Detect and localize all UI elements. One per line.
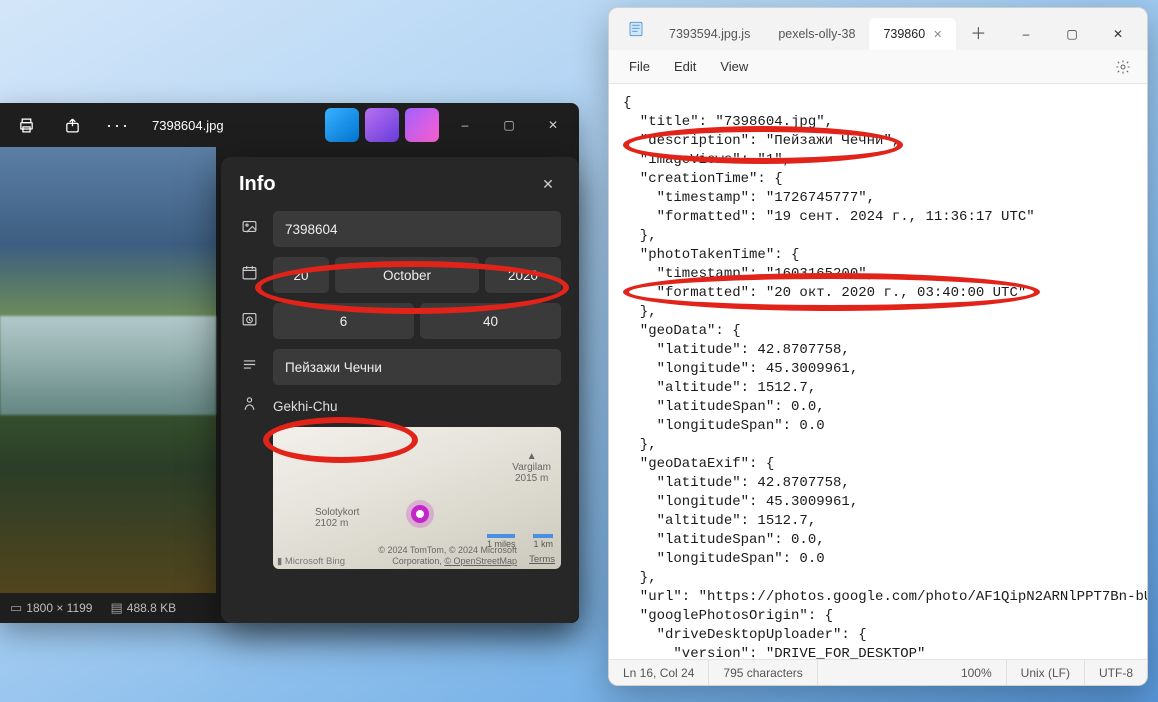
caption-field[interactable]: Пейзажи Чечни bbox=[273, 349, 561, 385]
print-icon[interactable] bbox=[4, 103, 48, 147]
app-switch-1[interactable] bbox=[325, 108, 359, 142]
map-valley-label: Solotykort 2102 m bbox=[315, 507, 359, 529]
tab-close-icon[interactable]: ✕ bbox=[933, 28, 942, 41]
app-switch-2[interactable] bbox=[365, 108, 399, 142]
date-month-field[interactable]: October bbox=[335, 257, 479, 293]
tab-739860[interactable]: 739860✕ bbox=[869, 18, 956, 50]
dimensions-icon: ▭ bbox=[10, 600, 22, 615]
app-switch-3[interactable] bbox=[405, 108, 439, 142]
notepad-app-icon bbox=[621, 14, 651, 44]
menu-file[interactable]: File bbox=[619, 55, 660, 78]
maximize-button[interactable]: ▢ bbox=[487, 109, 531, 141]
dimensions-label: ▭1800 × 1199 bbox=[10, 600, 92, 616]
np-maximize-button[interactable]: ▢ bbox=[1049, 18, 1095, 50]
photo-preview[interactable] bbox=[0, 147, 216, 593]
time-hour-field[interactable]: 6 bbox=[273, 303, 414, 339]
location-icon bbox=[239, 395, 259, 417]
new-tab-button[interactable]: ＋ bbox=[964, 18, 992, 46]
disk-icon: ▤ bbox=[110, 600, 122, 615]
notepad-titlebar: 7393594.jpg.js pexels-olly-38 739860✕ ＋ … bbox=[609, 8, 1147, 50]
notepad-menubar: File Edit View bbox=[609, 50, 1147, 84]
more-icon[interactable]: ··· bbox=[96, 103, 140, 147]
np-minimize-button[interactable]: – bbox=[1003, 18, 1049, 50]
map-terms-link[interactable]: Terms bbox=[529, 554, 555, 565]
menu-view[interactable]: View bbox=[710, 55, 758, 78]
notepad-editor[interactable]: { "title": "7398604.jpg", "description":… bbox=[609, 84, 1147, 659]
map-provider: ▮ Microsoft Bing bbox=[277, 556, 345, 567]
notepad-window: 7393594.jpg.js pexels-olly-38 739860✕ ＋ … bbox=[608, 7, 1148, 686]
editor-content: { "title": "7398604.jpg", "description":… bbox=[623, 95, 1147, 659]
map-peak-label: ▲ Vargilam 2015 m bbox=[512, 451, 551, 484]
time-minute-field[interactable]: 40 bbox=[420, 303, 561, 339]
notepad-statusbar: Ln 16, Col 24 795 characters 100% Unix (… bbox=[609, 659, 1147, 685]
filename-field[interactable]: 7398604 bbox=[273, 211, 561, 247]
close-button[interactable]: ✕ bbox=[531, 109, 575, 141]
notepad-tabs: 7393594.jpg.js pexels-olly-38 739860✕ bbox=[655, 18, 956, 50]
settings-icon[interactable] bbox=[1109, 53, 1137, 81]
date-day-field[interactable]: 20 bbox=[273, 257, 329, 293]
caption-icon bbox=[239, 356, 259, 378]
info-panel: Info ✕ 7398604 20 October 2020 6 40 Пейз… bbox=[221, 157, 579, 623]
photos-filename: 7398604.jpg bbox=[152, 118, 224, 133]
status-eol: Unix (LF) bbox=[1007, 660, 1085, 685]
filesize-label: ▤488.8 KB bbox=[110, 600, 176, 616]
location-label: Gekhi-Chu bbox=[273, 399, 338, 414]
map-pin-icon bbox=[411, 505, 429, 523]
image-icon bbox=[239, 218, 259, 240]
tab-pexels[interactable]: pexels-olly-38 bbox=[764, 18, 869, 50]
status-encoding: UTF-8 bbox=[1085, 660, 1147, 685]
np-close-button[interactable]: ✕ bbox=[1095, 18, 1141, 50]
map-preview[interactable]: ▲ Vargilam 2015 m Solotykort 2102 m 1 mi… bbox=[273, 427, 561, 569]
map-attribution: © 2024 TomTom, © 2024 Microsoft Corporat… bbox=[378, 545, 517, 567]
clock-icon bbox=[239, 310, 259, 332]
share-icon[interactable] bbox=[50, 103, 94, 147]
status-position: Ln 16, Col 24 bbox=[609, 660, 709, 685]
status-chars: 795 characters bbox=[709, 660, 817, 685]
calendar-icon bbox=[239, 264, 259, 286]
minimize-button[interactable]: – bbox=[443, 109, 487, 141]
status-zoom: 100% bbox=[947, 660, 1007, 685]
info-heading: Info bbox=[239, 173, 276, 196]
menu-edit[interactable]: Edit bbox=[664, 55, 706, 78]
photos-titlebar: ··· 7398604.jpg – ▢ ✕ bbox=[0, 103, 579, 147]
info-close-button[interactable]: ✕ bbox=[535, 171, 561, 197]
date-year-field[interactable]: 2020 bbox=[485, 257, 561, 293]
tab-7393594[interactable]: 7393594.jpg.js bbox=[655, 18, 764, 50]
